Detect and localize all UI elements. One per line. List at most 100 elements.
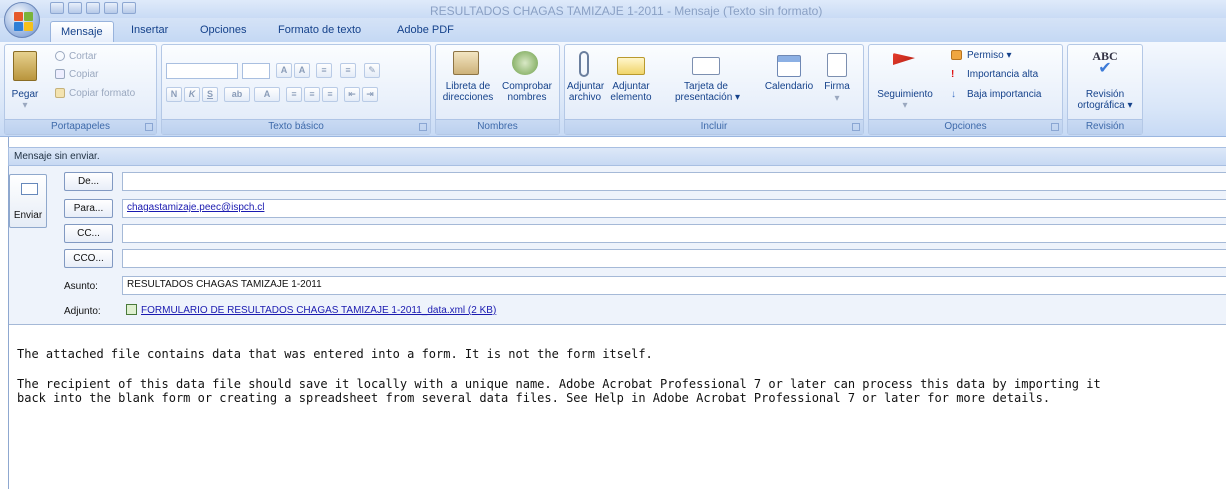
outlook-message-window: RESULTADOS CHAGAS TAMIZAJE 1-2011 - Mens… — [0, 0, 1226, 489]
firma-dropdown-icon[interactable]: ▾ — [819, 93, 855, 104]
underline-button[interactable]: S — [202, 87, 218, 102]
bold-button[interactable]: N — [166, 87, 182, 102]
office-logo-icon — [14, 22, 23, 31]
de-button[interactable]: De... — [64, 172, 113, 191]
down-arrow-icon[interactable] — [122, 2, 136, 14]
libreta-direcciones-button[interactable]: Libreta de direcciones — [438, 81, 498, 103]
copy-icon — [55, 69, 65, 79]
message-body[interactable]: The attached file contains data that was… — [9, 324, 1226, 489]
dialog-launcher-icon[interactable] — [1051, 123, 1059, 131]
grow-font-icon[interactable]: A — [276, 63, 292, 78]
cc-field[interactable] — [122, 224, 1226, 243]
revision-line2: ortográfica ▾ — [1077, 100, 1133, 111]
attachment-link[interactable]: FORMULARIO DE RESULTADOS CHAGAS TAMIZAJE… — [141, 305, 496, 316]
numbering-icon[interactable]: ≡ — [340, 63, 356, 78]
business-card-icon — [692, 57, 720, 75]
group-label: Opciones — [869, 119, 1062, 134]
tab-formato-de-texto[interactable]: Formato de texto — [278, 24, 361, 36]
group-label: Revisión — [1068, 119, 1142, 134]
save-icon[interactable] — [50, 2, 64, 14]
dialog-launcher-icon[interactable] — [145, 123, 153, 131]
comprobar-line2: nombres — [507, 92, 547, 103]
tarjeta-presentacion-button[interactable]: Tarjeta de presentación ▾ — [675, 81, 741, 103]
revision-ortografica-button[interactable]: Revisión ortográfica ▾ — [1068, 89, 1142, 111]
check-names-icon — [512, 51, 538, 75]
font-name-combo[interactable] — [166, 63, 238, 79]
font-size-combo[interactable] — [242, 63, 270, 79]
tab-opciones[interactable]: Opciones — [200, 24, 246, 36]
title-bar: RESULTADOS CHAGAS TAMIZAJE 1-2011 - Mens… — [0, 0, 1226, 18]
font-color-icon[interactable]: A — [254, 87, 280, 102]
increase-indent-icon[interactable]: ⇥ — [362, 87, 378, 102]
tarjeta-line2: presentación ▾ — [675, 92, 741, 103]
tab-insertar[interactable]: Insertar — [131, 24, 168, 36]
comprobar-line1: Comprobar — [501, 81, 553, 92]
dialog-launcher-icon[interactable] — [419, 123, 427, 131]
up-arrow-icon[interactable] — [104, 2, 118, 14]
de-field[interactable] — [122, 172, 1226, 191]
decrease-indent-icon[interactable]: ⇤ — [344, 87, 360, 102]
paperclip-icon — [579, 51, 589, 77]
info-bar: Mensaje sin enviar. — [8, 147, 1226, 166]
baja-importancia-button[interactable]: Baja importancia — [967, 89, 1041, 100]
seguimiento-dropdown-icon[interactable]: ▾ — [871, 100, 939, 111]
recipient-address[interactable]: chagastamizaje.peec@ispch.cl — [127, 202, 264, 213]
align-left-icon[interactable]: ≡ — [286, 87, 302, 102]
asunto-field[interactable]: RESULTADOS CHAGAS TAMIZAJE 1-2011 — [122, 276, 1226, 295]
xml-file-icon — [126, 304, 137, 315]
ribbon: Pegar ▾ Cortar Copiar Copiar formato Por… — [0, 42, 1226, 137]
align-right-icon[interactable]: ≡ — [322, 87, 338, 102]
copiar-formato-button[interactable]: Copiar formato — [69, 88, 135, 99]
adjunto-field: FORMULARIO DE RESULTADOS CHAGAS TAMIZAJE… — [122, 302, 1226, 321]
paste-icon — [13, 51, 37, 81]
calendario-button[interactable]: Calendario — [761, 81, 817, 92]
tab-mensaje[interactable]: Mensaje — [50, 21, 114, 42]
cc-button[interactable]: CC... — [64, 224, 113, 243]
cco-button[interactable]: CCO... — [64, 249, 113, 268]
checkmark-icon: ✔ — [1098, 60, 1112, 77]
para-field[interactable]: chagastamizaje.peec@ispch.cl — [122, 199, 1226, 218]
tab-adobe-pdf[interactable]: Adobe PDF — [397, 24, 454, 36]
clear-formatting-icon[interactable]: ✎ — [364, 63, 380, 78]
office-logo-icon — [14, 12, 23, 21]
para-button[interactable]: Para... — [64, 199, 113, 218]
group-portapapeles: Pegar ▾ Cortar Copiar Copiar formato Por… — [4, 44, 157, 135]
seguimiento-button[interactable]: Seguimiento — [871, 89, 939, 100]
group-label: Nombres — [436, 119, 559, 134]
shrink-font-icon[interactable]: A — [294, 63, 310, 78]
libreta-line1: Libreta de — [445, 81, 491, 92]
cortar-button[interactable]: Cortar — [69, 51, 97, 62]
group-revision: ABC ✔ Revisión ortográfica ▾ Revisión — [1067, 44, 1143, 135]
permission-icon — [951, 50, 962, 60]
highlight-icon[interactable]: ab — [224, 87, 250, 102]
redo-icon[interactable] — [86, 2, 100, 14]
adjuntar-archivo-button[interactable]: Adjuntar archivo — [567, 81, 604, 103]
undo-icon[interactable] — [68, 2, 82, 14]
dialog-launcher-icon[interactable] — [852, 123, 860, 131]
comprobar-nombres-button[interactable]: Comprobar nombres — [498, 81, 556, 103]
align-center-icon[interactable]: ≡ — [304, 87, 320, 102]
pegar-button[interactable]: Pegar — [7, 89, 43, 100]
adjunto-label: Adjunto: — [64, 306, 101, 317]
office-button[interactable] — [4, 2, 40, 38]
format-painter-icon — [55, 88, 65, 98]
office-logo-icon — [24, 22, 33, 31]
copiar-button[interactable]: Copiar — [69, 69, 98, 80]
bullets-icon[interactable]: ≡ — [316, 63, 332, 78]
firma-button[interactable]: Firma — [819, 81, 855, 92]
adjuntar-elemento-button[interactable]: Adjuntar elemento — [605, 81, 657, 103]
group-opciones: Seguimiento ▾ Permiso ▾ ! Importancia al… — [868, 44, 1063, 135]
permiso-button[interactable]: Permiso ▾ — [967, 50, 1011, 61]
pegar-dropdown-icon[interactable]: ▾ — [11, 100, 39, 111]
importancia-alta-button[interactable]: Importancia alta — [967, 69, 1038, 80]
body-line: The attached file contains data that was… — [17, 347, 653, 361]
asunto-label: Asunto: — [64, 281, 98, 292]
italic-button[interactable]: K — [184, 87, 200, 102]
down-arrow-icon: ↓ — [951, 89, 956, 100]
libreta-line2: direcciones — [442, 92, 494, 103]
adjuntar-elemento-line2: elemento — [610, 92, 652, 103]
calendar-icon — [777, 55, 801, 77]
cco-field[interactable] — [122, 249, 1226, 268]
send-button[interactable]: Enviar — [9, 174, 47, 228]
office-logo-icon — [24, 12, 33, 21]
